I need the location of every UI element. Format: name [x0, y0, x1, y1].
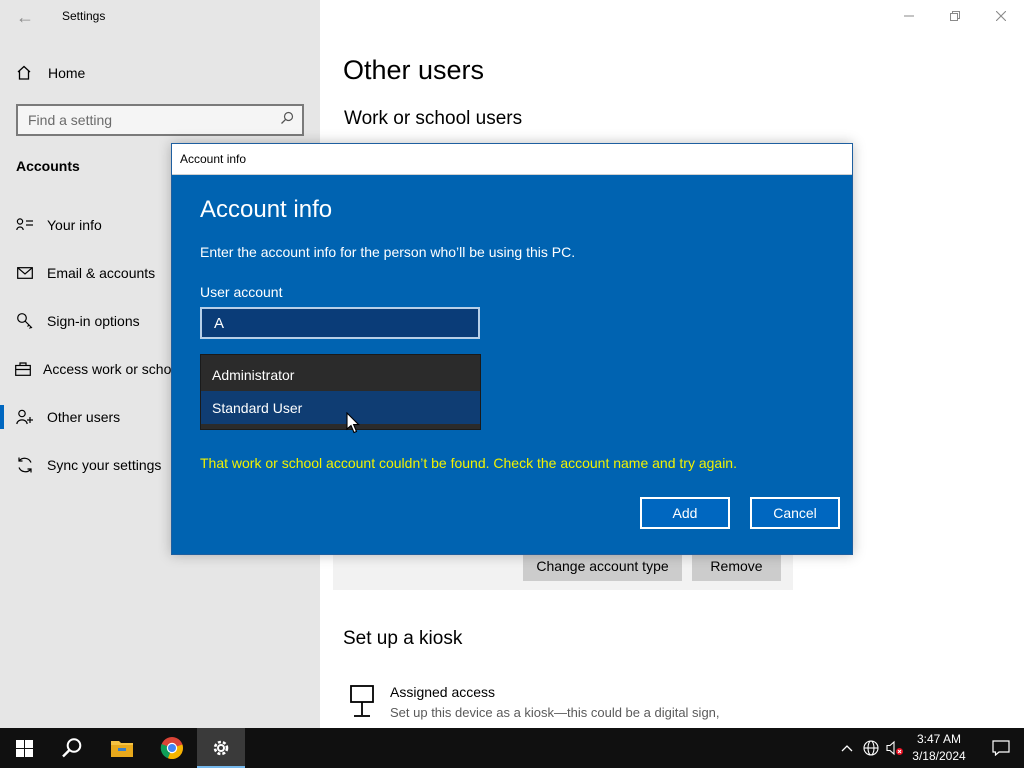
error-message: That work or school account couldn’t be … — [200, 455, 737, 471]
kiosk-icon — [346, 684, 376, 720]
assigned-access-title: Assigned access — [390, 684, 496, 700]
taskbar-clock[interactable]: 3:47 AM 3/18/2024 — [902, 731, 976, 765]
restore-icon — [950, 11, 960, 21]
dropdown-option-administrator[interactable]: Administrator — [201, 358, 480, 391]
clock-date: 3/18/2024 — [912, 749, 966, 763]
file-explorer-button[interactable] — [98, 728, 146, 768]
briefcase-icon — [15, 362, 31, 376]
add-button[interactable]: Add — [640, 497, 730, 529]
key-icon — [15, 312, 35, 330]
windows-start-icon — [15, 739, 33, 757]
work-school-title: Work or school users — [344, 108, 523, 129]
dialog-titlebar: Account info — [172, 144, 852, 175]
assigned-access-item[interactable]: Assigned access Set up this device as a … — [346, 684, 806, 728]
network-globe-icon[interactable] — [861, 738, 881, 758]
action-center-button[interactable] — [978, 728, 1024, 768]
sync-icon — [15, 456, 35, 474]
sidebar-item-sign-in-options[interactable]: Sign-in options — [0, 303, 172, 339]
assigned-access-description: Set up this device as a kiosk—this could… — [390, 705, 720, 720]
user-account-dropdown[interactable]: Administrator Standard User — [200, 354, 481, 430]
dialog-heading: Account info — [200, 196, 333, 223]
home-label: Home — [48, 65, 86, 81]
sidebar-item-sync-settings[interactable]: Sync your settings — [0, 447, 172, 483]
close-button[interactable] — [978, 0, 1024, 32]
clock-time: 3:47 AM — [916, 732, 962, 746]
mail-icon — [15, 267, 35, 279]
taskbar: 3:47 AM 3/18/2024 — [0, 728, 1024, 768]
cancel-button[interactable]: Cancel — [750, 497, 840, 529]
sidebar-item-label: Your info — [47, 217, 102, 233]
page-title: Other users — [343, 55, 485, 85]
account-info-dialog: Account info Account info Enter the acco… — [171, 143, 853, 555]
dialog-window-title: Account info — [180, 152, 247, 166]
user-account-label: User account — [200, 284, 283, 300]
sidebar-item-other-users[interactable]: Other users — [0, 399, 172, 435]
taskbar-search-button[interactable] — [48, 728, 96, 768]
sidebar-item-label: Sync your settings — [47, 457, 162, 473]
chrome-icon — [160, 737, 184, 760]
search-icon[interactable] — [280, 111, 294, 130]
section-label-accounts: Accounts — [16, 158, 80, 174]
change-account-type-button[interactable]: Change account type — [523, 551, 682, 581]
minimize-icon — [904, 15, 914, 17]
start-button[interactable] — [0, 728, 48, 768]
person-info-icon — [15, 218, 35, 232]
chrome-button[interactable] — [148, 728, 196, 768]
sidebar-item-email-accounts[interactable]: Email & accounts — [0, 255, 172, 291]
restore-button[interactable] — [932, 0, 978, 32]
back-arrow-icon[interactable]: ← — [14, 6, 36, 28]
sidebar-item-label: Email & accounts — [47, 265, 156, 281]
settings-taskbar-button[interactable] — [197, 728, 245, 768]
home-icon — [16, 65, 34, 81]
sidebar-item-your-info[interactable]: Your info — [0, 207, 172, 243]
dialog-description: Enter the account info for the person wh… — [200, 244, 576, 260]
mouse-cursor-icon — [346, 412, 360, 434]
remove-button[interactable]: Remove — [692, 551, 781, 581]
user-account-input[interactable] — [200, 307, 480, 339]
file-explorer-icon — [111, 741, 133, 757]
search-icon — [62, 738, 82, 758]
person-add-icon — [15, 409, 35, 425]
app-title: Settings — [62, 9, 106, 23]
sidebar-item-label: Access work or school — [43, 361, 172, 377]
settings-search-box[interactable] — [16, 104, 304, 136]
close-icon — [996, 11, 1006, 21]
notification-icon — [992, 740, 1010, 756]
sidebar-item-label: Other users — [47, 409, 121, 425]
dropdown-option-standard-user[interactable]: Standard User — [201, 391, 480, 424]
kiosk-title: Set up a kiosk — [343, 628, 463, 649]
sidebar-item-access-work-school[interactable]: Access work or school — [0, 351, 172, 387]
search-input[interactable] — [28, 112, 280, 128]
sidebar-item-home[interactable]: Home — [0, 58, 320, 88]
show-hidden-icons-chevron-icon[interactable] — [837, 738, 857, 758]
settings-icon — [213, 740, 229, 756]
minimize-button[interactable] — [886, 0, 932, 32]
sidebar-item-label: Sign-in options — [47, 313, 140, 329]
